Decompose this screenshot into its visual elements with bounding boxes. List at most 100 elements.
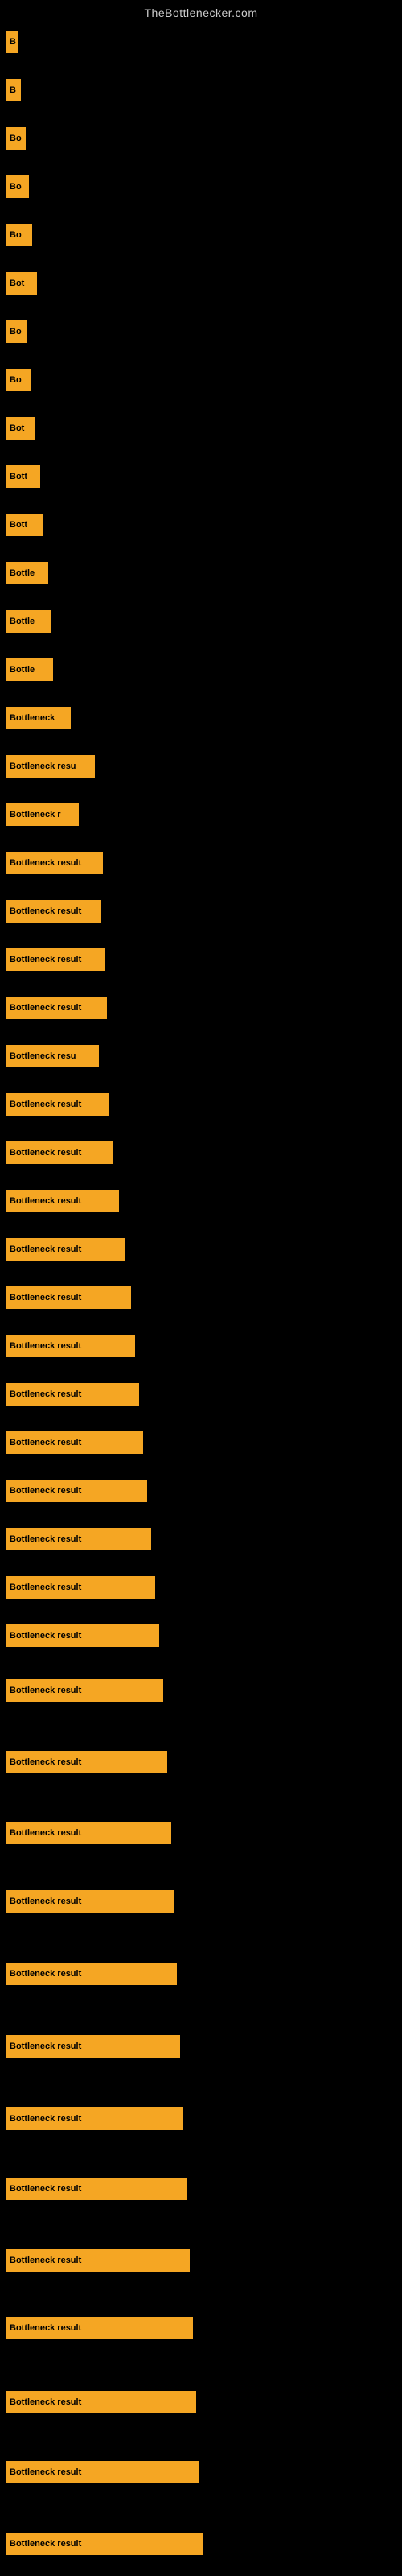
bar-label: Bottleneck r — [10, 810, 61, 819]
bar-row: Bottleneck result — [6, 1963, 177, 1985]
bar: Bottleneck result — [6, 997, 107, 1019]
bar-row: Bottleneck result — [6, 2317, 193, 2339]
bar-label: Bottleneck result — [10, 1245, 81, 1254]
bar: Bottleneck result — [6, 2178, 187, 2200]
bar-row: Bottleneck result — [6, 1141, 113, 1164]
bar: Bottleneck result — [6, 2461, 199, 2483]
bar-label: Bottleneck result — [10, 1969, 81, 1979]
bar: Bott — [6, 514, 43, 536]
bar-row: Bottleneck result — [6, 2249, 190, 2272]
bar-label: Bottleneck result — [10, 1003, 81, 1013]
bar-row: Bottleneck result — [6, 1093, 109, 1116]
bar-label: Bo — [10, 327, 22, 336]
bar: Bo — [6, 224, 32, 246]
bar-label: Bottleneck result — [10, 1583, 81, 1592]
bar-label: Bottleneck result — [10, 2323, 81, 2333]
bar-label: Bottleneck result — [10, 1534, 81, 1544]
bar-row: Bott — [6, 514, 43, 536]
bar-row: B — [6, 31, 18, 53]
bar-row: Bottleneck result — [6, 997, 107, 1019]
bar-label: Bottleneck result — [10, 1631, 81, 1641]
bar-label: Bo — [10, 230, 22, 240]
bar: Bottleneck result — [6, 2035, 180, 2058]
bar-row: Bottleneck result — [6, 1576, 155, 1599]
bar-label: Bo — [10, 134, 22, 143]
bar-label: Bottleneck result — [10, 1686, 81, 1695]
bar: Bottleneck result — [6, 1141, 113, 1164]
bar-label: Bottle — [10, 665, 35, 675]
bar: Bottleneck — [6, 707, 71, 729]
bar: Bottleneck result — [6, 1679, 163, 1702]
bar-row: Bottleneck resu — [6, 1045, 99, 1067]
bar: Bottleneck result — [6, 2533, 203, 2555]
bar-row: Bottleneck result — [6, 1238, 125, 1261]
bar: Bottleneck result — [6, 948, 105, 971]
bar-label: Bottleneck result — [10, 2256, 81, 2265]
bar-label: Bottleneck result — [10, 2114, 81, 2124]
bar-row: Bo — [6, 320, 27, 343]
bar-row: Bottleneck result — [6, 1890, 174, 1913]
bar: Bottleneck result — [6, 1335, 135, 1357]
bar: Bottleneck result — [6, 1431, 143, 1454]
bar-row: Bottleneck result — [6, 2461, 199, 2483]
bars-container: B B Bo Bo Bo Bot Bo Bo Bot Bott Bott Bottle Bottle Bo… — [0, 23, 402, 2566]
bar-row: Bottleneck result — [6, 1286, 131, 1309]
bar-row: Bottleneck result — [6, 852, 103, 874]
bar-label: Bottleneck result — [10, 2397, 81, 2407]
bar: Bottleneck result — [6, 900, 101, 923]
bar-row: Bottleneck — [6, 707, 71, 729]
bar-row: Bottleneck result — [6, 1431, 143, 1454]
site-title: TheBottlenecker.com — [0, 0, 402, 23]
bar-label: Bottleneck result — [10, 1389, 81, 1399]
bar-row: Bottleneck result — [6, 1383, 139, 1406]
bar-label: Bottleneck result — [10, 906, 81, 916]
bar-row: Bott — [6, 465, 40, 488]
bar-label: B — [10, 85, 16, 95]
bar: B — [6, 31, 18, 53]
bar: Bottleneck result — [6, 1238, 125, 1261]
bar: Bottle — [6, 658, 53, 681]
bar-row: Bottleneck result — [6, 2107, 183, 2130]
bar-label: Bottleneck result — [10, 2041, 81, 2051]
bar: Bo — [6, 320, 27, 343]
bar: Bot — [6, 272, 37, 295]
bar-row: Bot — [6, 272, 37, 295]
bar-row: Bottleneck result — [6, 1335, 135, 1357]
bar-row: Bottleneck result — [6, 1480, 147, 1502]
bar-label: Bot — [10, 423, 24, 433]
bar-row: Bottleneck result — [6, 1679, 163, 1702]
bar-label: Bott — [10, 472, 27, 481]
bar-row: Bottleneck result — [6, 1190, 119, 1212]
bar-row: Bottleneck result — [6, 2035, 180, 2058]
bar-label: Bottleneck result — [10, 1341, 81, 1351]
bar: Bottleneck result — [6, 2249, 190, 2272]
bar-label: Bottleneck result — [10, 1828, 81, 1838]
bar: Bot — [6, 417, 35, 440]
bar-row: Bot — [6, 417, 35, 440]
bar: Bott — [6, 465, 40, 488]
bar-label: Bottleneck result — [10, 2467, 81, 2477]
bar-label: Bot — [10, 279, 24, 288]
bar: Bottleneck result — [6, 1383, 139, 1406]
bar: Bo — [6, 369, 31, 391]
bar-row: Bottleneck result — [6, 1624, 159, 1647]
bar-label: Bottleneck result — [10, 1438, 81, 1447]
bar: Bottleneck result — [6, 1190, 119, 1212]
bar-row: Bottleneck result — [6, 2178, 187, 2200]
bar-row: Bottleneck result — [6, 900, 101, 923]
bar-label: Bottleneck result — [10, 1196, 81, 1206]
bar: Bottleneck result — [6, 1480, 147, 1502]
bar-row: Bottle — [6, 562, 48, 584]
bar-label: Bottleneck resu — [10, 1051, 76, 1061]
bar: Bottleneck resu — [6, 755, 95, 778]
bar-label: Bottleneck result — [10, 1100, 81, 1109]
bar: Bottleneck result — [6, 1286, 131, 1309]
bar-row: Bottleneck r — [6, 803, 79, 826]
bar-label: Bottleneck result — [10, 1897, 81, 1906]
bar-label: Bo — [10, 182, 22, 192]
bar-row: Bo — [6, 224, 32, 246]
bar-label: Bottleneck resu — [10, 762, 76, 771]
bar: Bottle — [6, 610, 51, 633]
bar: Bo — [6, 127, 26, 150]
bar-row: Bottleneck result — [6, 2391, 196, 2413]
